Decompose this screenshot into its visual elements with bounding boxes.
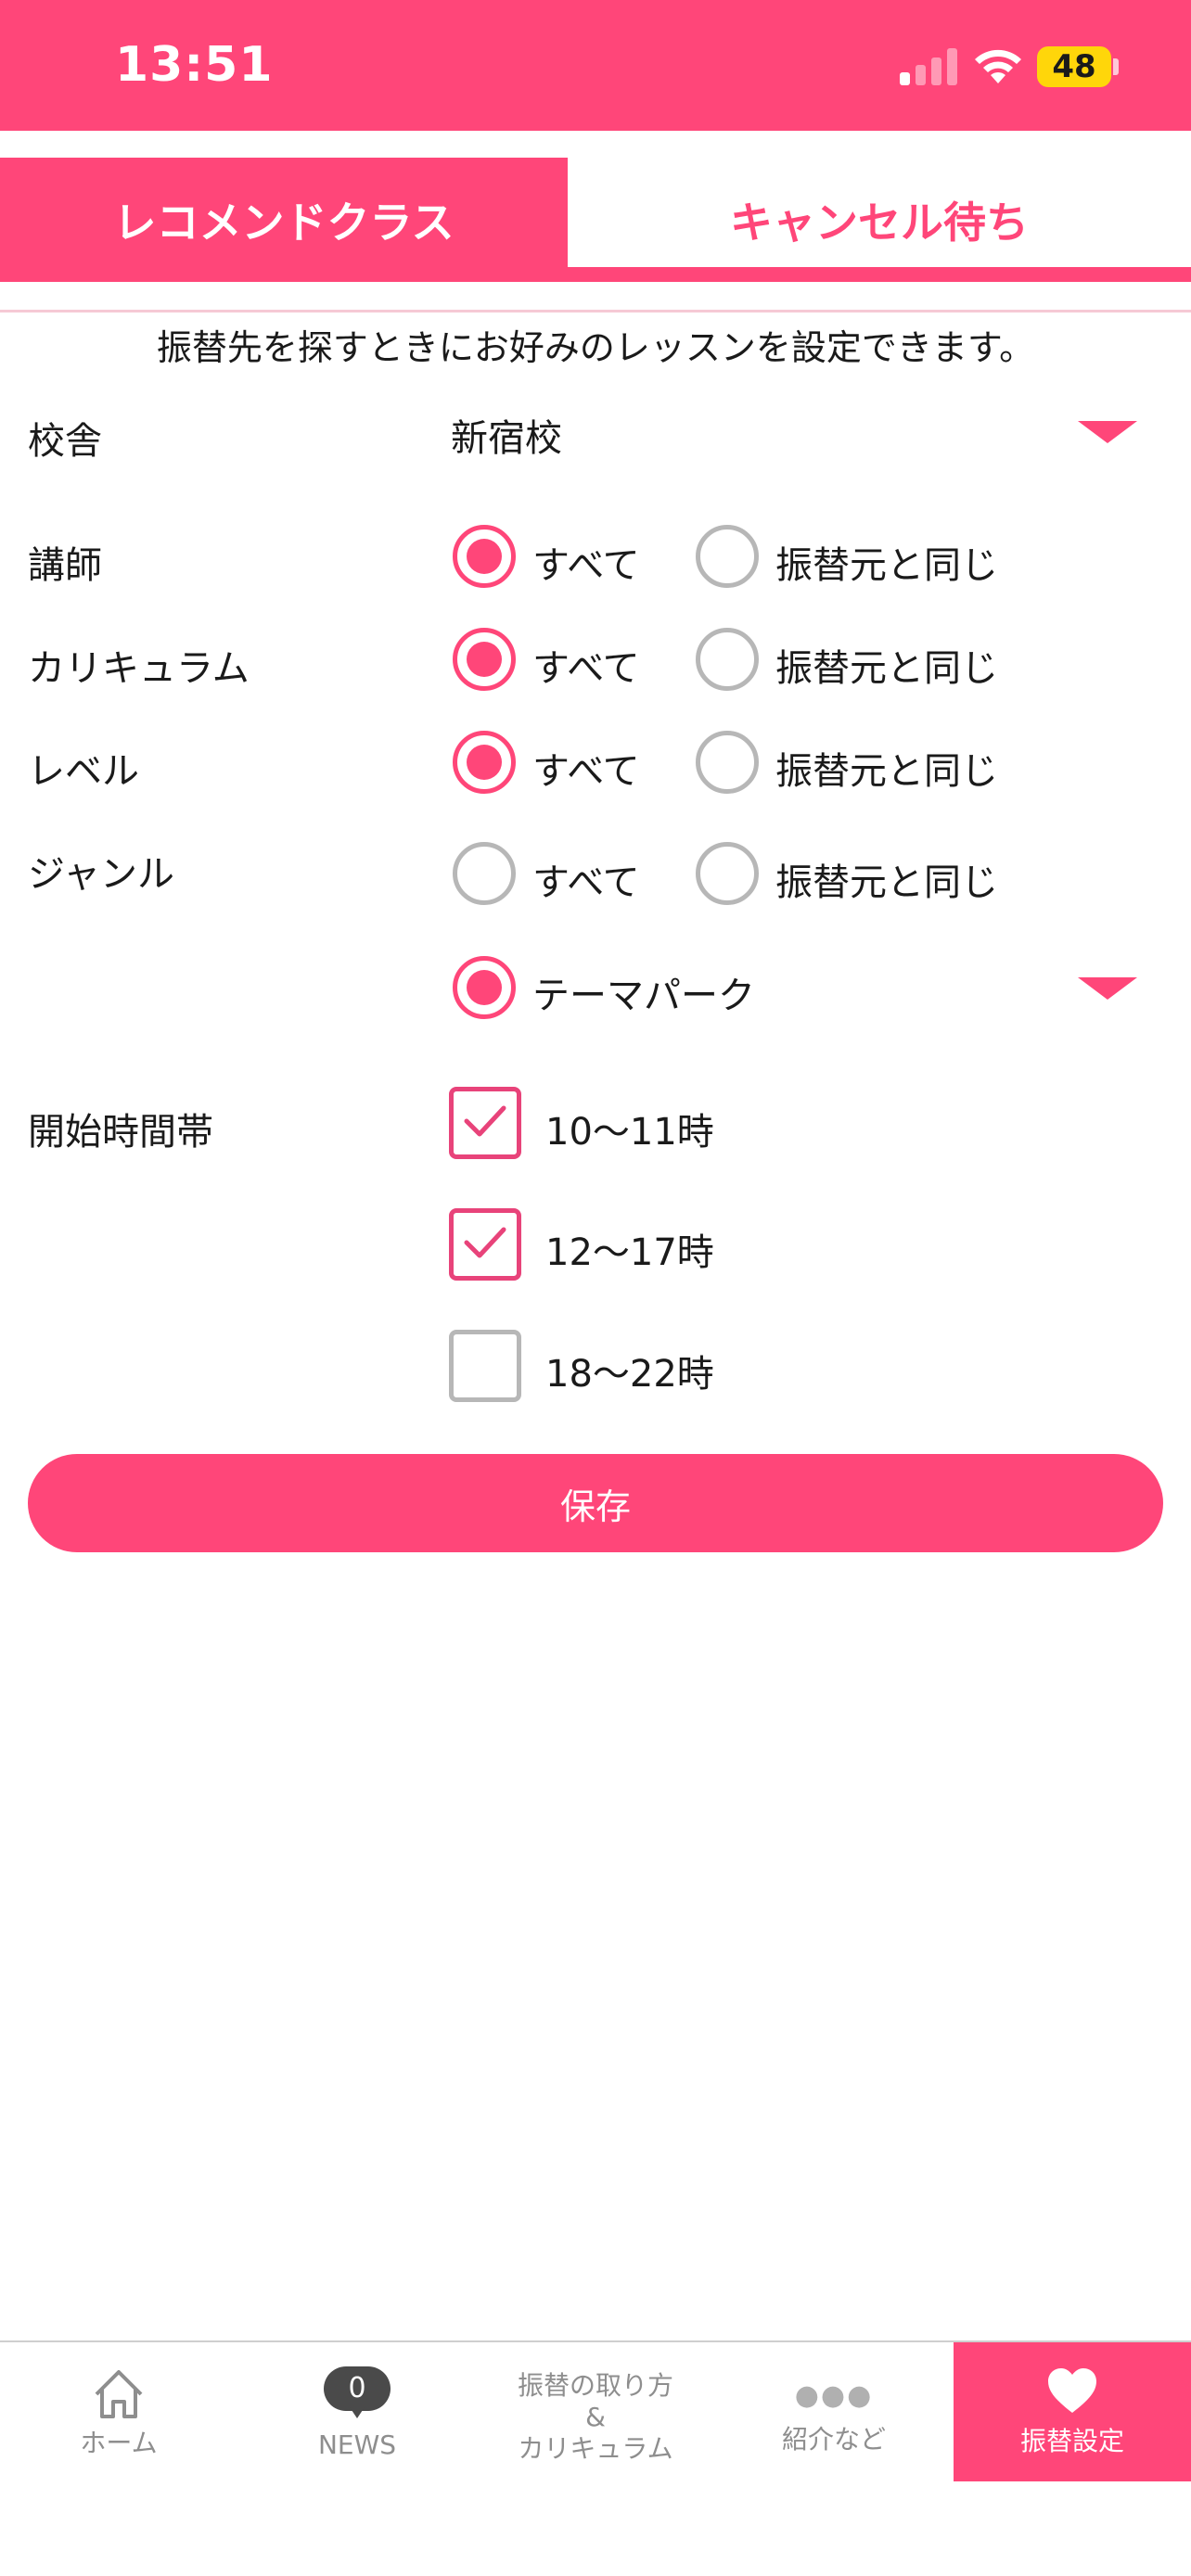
time-12-17-checkbox[interactable] <box>449 1208 521 1281</box>
home-icon <box>95 2370 143 2418</box>
campus-select[interactable]: 新宿校 <box>451 408 562 462</box>
status-bar: 13:51 48 <box>0 0 1191 131</box>
tab-recommend-class[interactable]: レコメンドクラス <box>0 158 568 282</box>
campus-label: 校舎 <box>28 420 102 463</box>
nav-settings-label: 振替設定 <box>1019 2426 1124 2456</box>
genre-custom-radio[interactable] <box>453 956 516 1019</box>
genre-same-label: 振替元と同じ <box>775 861 998 904</box>
battery-icon: 48 <box>1037 46 1111 87</box>
genre-same-radio[interactable] <box>696 842 759 905</box>
check-icon <box>464 1227 506 1258</box>
nav-intro[interactable]: ●●● 紹介など <box>715 2342 953 2481</box>
curriculum-all-label: すべて <box>532 647 640 690</box>
teacher-same-label: 振替元と同じ <box>775 544 998 587</box>
curriculum-same-radio[interactable] <box>696 628 759 691</box>
genre-custom-select[interactable]: テーマパーク <box>532 965 755 1019</box>
save-button[interactable]: 保存 <box>28 1454 1163 1552</box>
level-label: レベル <box>28 750 139 793</box>
nav-transfer-settings[interactable]: 振替設定 <box>954 2342 1191 2481</box>
nav-howto-line3: カリキュラム <box>518 2433 673 2464</box>
tab-cancel-wait[interactable]: キャンセル待ち <box>568 158 1191 282</box>
nav-home[interactable]: ホーム <box>0 2342 237 2481</box>
status-time: 13:51 <box>115 37 274 93</box>
time-12-17-label: 12～17時 <box>545 1231 714 1274</box>
more-dots-icon: ●●● <box>794 2379 874 2412</box>
bottom-nav: ホーム 0 NEWS 振替の取り方 & カリキュラム ●●● 紹介など 振替設定 <box>0 2340 1191 2576</box>
start-time-label: 開始時間帯 <box>28 1111 213 1154</box>
genre-all-label: すべて <box>532 861 640 904</box>
genre-all-radio[interactable] <box>453 842 516 905</box>
level-same-label: 振替元と同じ <box>775 750 998 793</box>
genre-dropdown-icon[interactable] <box>1078 977 1137 1000</box>
time-18-22-label: 18～22時 <box>545 1353 714 1396</box>
time-10-11-label: 10～11時 <box>545 1111 714 1154</box>
nav-news-label: NEWS <box>317 2429 397 2460</box>
time-10-11-checkbox[interactable] <box>449 1087 521 1159</box>
level-all-label: すべて <box>532 750 640 793</box>
divider <box>0 310 1191 312</box>
battery-tip <box>1113 58 1119 75</box>
news-count-badge: 0 <box>324 2366 391 2418</box>
teacher-label: 講師 <box>28 544 102 587</box>
genre-label: ジャンル <box>28 853 174 896</box>
tab-bar: レコメンドクラス キャンセル待ち <box>0 158 1191 282</box>
teacher-all-label: すべて <box>532 544 640 587</box>
curriculum-label: カリキュラム <box>28 647 250 690</box>
level-same-radio[interactable] <box>696 731 759 794</box>
time-18-22-checkbox[interactable] <box>449 1330 521 1402</box>
nav-howto-line1: 振替の取り方 <box>517 2370 673 2401</box>
nav-howto[interactable]: 振替の取り方 & カリキュラム <box>477 2342 714 2481</box>
curriculum-same-label: 振替元と同じ <box>775 647 998 690</box>
campus-dropdown-icon[interactable] <box>1078 421 1137 443</box>
heart-icon <box>1048 2368 1096 2413</box>
intro-text: 振替先を探すときにお好みのレッスンを設定できます。 <box>156 327 1035 368</box>
check-icon <box>464 1105 506 1137</box>
cellular-signal-icon <box>900 48 959 85</box>
nav-home-label: ホーム <box>80 2428 158 2458</box>
tab-underline <box>568 267 1191 282</box>
wifi-icon <box>975 49 1021 83</box>
nav-howto-line2: & <box>585 2402 606 2432</box>
nav-news[interactable]: 0 NEWS <box>238 2342 476 2481</box>
nav-intro-label: 紹介など <box>781 2424 886 2455</box>
curriculum-all-radio[interactable] <box>453 628 516 691</box>
level-all-radio[interactable] <box>453 731 516 794</box>
teacher-same-radio[interactable] <box>696 525 759 588</box>
teacher-all-radio[interactable] <box>453 525 516 588</box>
